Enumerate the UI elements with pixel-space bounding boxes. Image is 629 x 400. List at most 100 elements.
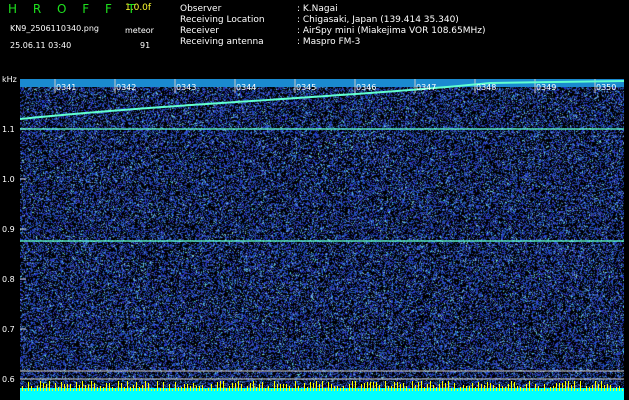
y-tick-label: 1.1 [2, 125, 15, 134]
bottom-spike [106, 383, 107, 391]
bottom-spike [22, 386, 23, 391]
bottom-spike [118, 381, 119, 391]
bottom-spike [487, 382, 488, 391]
bottom-spike [538, 386, 539, 391]
bottom-spike [184, 384, 185, 391]
bottom-spike [133, 385, 134, 391]
bottom-spike [112, 387, 113, 391]
x-tick-label: 0349 [536, 83, 557, 92]
bottom-spike [388, 386, 389, 391]
bottom-spike [265, 388, 266, 391]
bottom-spike [70, 384, 71, 391]
bottom-spike [520, 387, 521, 391]
bottom-spike [583, 389, 584, 391]
bottom-spike [325, 388, 326, 391]
bottom-spike [409, 389, 410, 391]
bottom-spike [172, 389, 173, 391]
bottom-spike [31, 386, 32, 391]
bottom-spike [394, 382, 395, 391]
bottom-spike [460, 387, 461, 391]
bottom-spike [166, 389, 167, 391]
bottom-spike [529, 381, 530, 391]
filename-label: KN9_2506110340.png [10, 24, 99, 33]
bottom-spike [535, 384, 536, 391]
bottom-spike [43, 383, 44, 391]
bottom-spike [472, 383, 473, 391]
bottom-spike [382, 389, 383, 391]
bottom-spike [298, 386, 299, 391]
bottom-spike [73, 389, 74, 391]
bottom-spike [88, 385, 89, 391]
bottom-spike [34, 389, 35, 391]
bottom-spike [565, 381, 566, 391]
bottom-spike [109, 383, 110, 391]
bottom-spike [523, 388, 524, 391]
bottom-spike [151, 389, 152, 391]
bottom-spike [64, 384, 65, 391]
bottom-spike [91, 381, 92, 391]
datetime-label: 25.06.11 03:40 [10, 41, 72, 50]
bottom-spike [502, 386, 503, 391]
bottom-spike [169, 384, 170, 391]
bottom-spike [160, 388, 161, 391]
bottom-spike [601, 381, 602, 391]
bottom-spike [280, 384, 281, 391]
bottom-spike [154, 389, 155, 391]
bottom-spike [445, 383, 446, 391]
bottom-spike [202, 385, 203, 391]
bottom-spike [181, 387, 182, 391]
bottom-spike [238, 381, 239, 391]
spectrogram-plot [20, 79, 624, 400]
bottom-spike [193, 383, 194, 391]
bottom-spike [400, 384, 401, 391]
spectrogram-window: H R O F F T 1.0.0f KN9_2506110340.png 25… [0, 0, 629, 400]
bottom-spike [598, 384, 599, 391]
bottom-spike [271, 389, 272, 391]
bottom-spike [610, 385, 611, 391]
y-axis-label: kHz [2, 75, 17, 84]
bottom-spike [235, 383, 236, 391]
bottom-spike [463, 385, 464, 391]
bottom-spike [358, 389, 359, 391]
bottom-spike [541, 389, 542, 391]
bottom-spike [364, 383, 365, 391]
bottom-spike [82, 381, 83, 391]
bottom-spike [232, 383, 233, 391]
bottom-spike [607, 384, 608, 391]
bottom-spike [427, 384, 428, 391]
bottom-spike [619, 386, 620, 391]
bottom-spike [85, 385, 86, 391]
bottom-spike [568, 381, 569, 391]
bottom-spike [241, 384, 242, 391]
bottom-spike [451, 388, 452, 391]
metadata-value-location: : Chigasaki, Japan (139.414 35.340) [297, 15, 459, 25]
bottom-spike [511, 381, 512, 391]
bottom-spike [559, 383, 560, 391]
bottom-spike [205, 389, 206, 391]
meteor-count: 91 [140, 41, 151, 50]
bottom-spike [481, 384, 482, 391]
metadata-key-receiver: Receiver [180, 26, 219, 36]
bottom-spike [505, 387, 506, 391]
bottom-spike [190, 386, 191, 391]
metadata-key-observer: Observer [180, 4, 222, 14]
bottom-spike [148, 383, 149, 391]
bottom-spike [577, 389, 578, 391]
bottom-spike [220, 381, 221, 391]
bottom-spike [454, 383, 455, 391]
bottom-spike [514, 382, 515, 391]
bottom-spike [466, 386, 467, 391]
bottom-spike [604, 385, 605, 391]
bottom-spike [430, 381, 431, 391]
bottom-spike [223, 381, 224, 391]
bottom-spike [613, 388, 614, 391]
bottom-spike [448, 381, 449, 391]
bottom-spike [544, 384, 545, 391]
bottom-spike [52, 389, 53, 391]
bottom-spike [37, 386, 38, 391]
bottom-spike [574, 381, 575, 391]
bottom-spike [142, 385, 143, 391]
bottom-spike [178, 387, 179, 391]
bottom-spike [406, 386, 407, 391]
bottom-spike [361, 384, 362, 391]
